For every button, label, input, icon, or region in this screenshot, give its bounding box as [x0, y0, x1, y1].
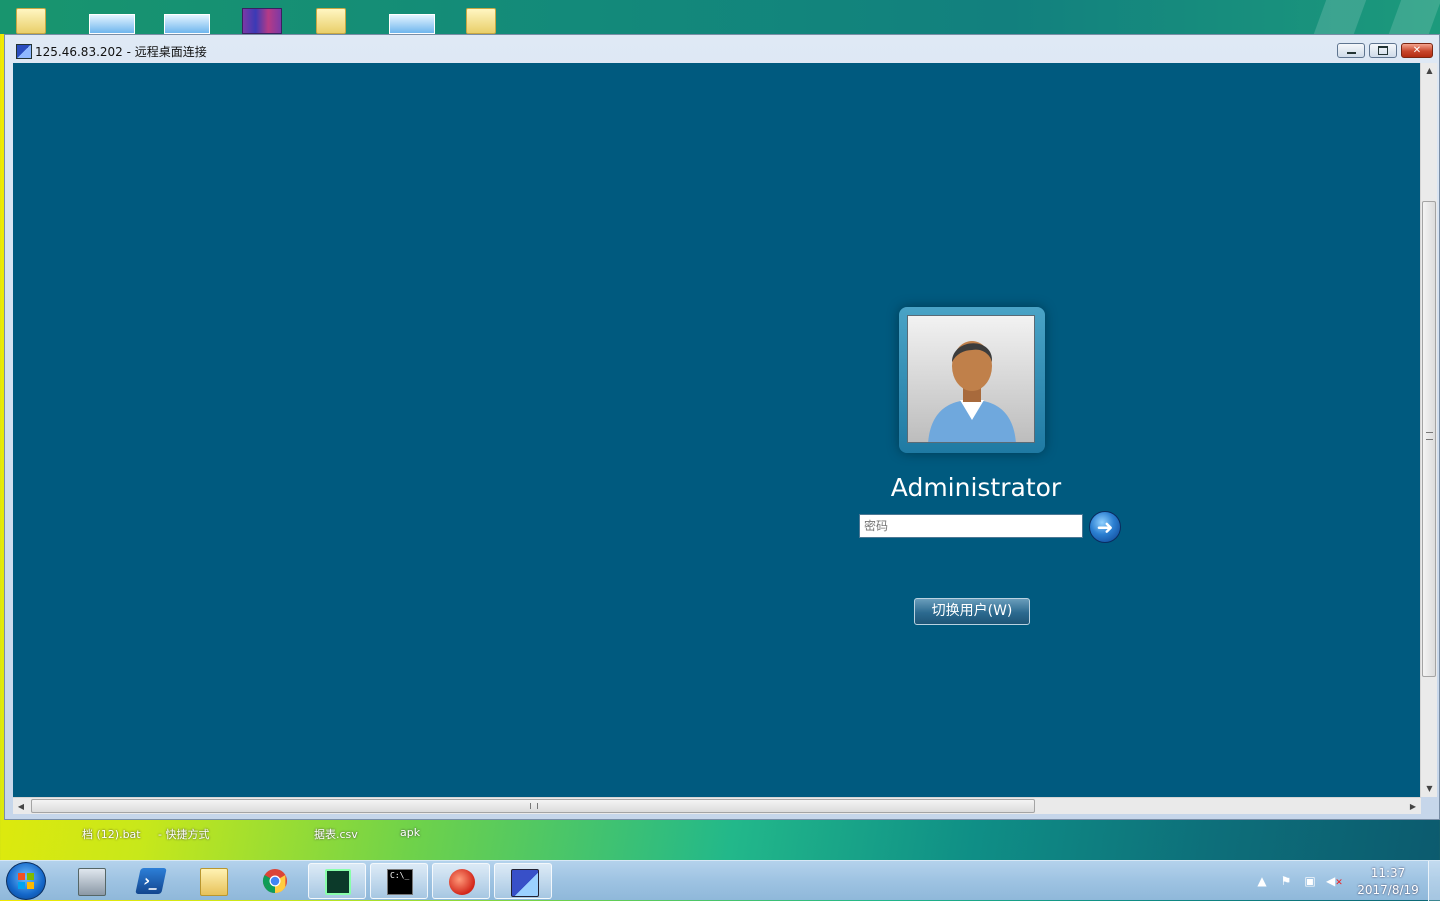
snail-app-icon — [449, 869, 475, 895]
desktop-item-label[interactable]: apk — [400, 826, 420, 839]
desktop-item-label[interactable]: - 快捷方式 — [158, 826, 209, 842]
network-icon[interactable]: ▣ — [1302, 873, 1318, 889]
folder-icon[interactable] — [316, 8, 346, 34]
picture-icon[interactable] — [164, 14, 210, 34]
vertical-scroll-thumb[interactable] — [1422, 201, 1436, 677]
scroll-right-icon[interactable]: ▶ — [1405, 798, 1421, 815]
show-hidden-icons-icon[interactable]: ▲ — [1254, 873, 1270, 889]
cmd-icon: C:\_ — [387, 869, 413, 895]
show-desktop-button[interactable] — [1428, 861, 1440, 901]
clock-time: 11:37 — [1370, 866, 1406, 880]
grip-icon — [530, 803, 538, 809]
user-tile[interactable] — [899, 307, 1045, 453]
user-picture — [907, 315, 1035, 443]
action-center-flag-icon[interactable]: ⚑ — [1278, 873, 1294, 889]
minimize-icon — [1346, 52, 1356, 54]
submit-button[interactable]: ➜ — [1089, 511, 1121, 543]
desktop-bottom-strip: 档 (12).bat - 快捷方式 据表.csv apk — [0, 822, 1440, 860]
system-clock[interactable]: 11:37 2017/8/19 — [1350, 865, 1426, 899]
powershell-icon: ›_ — [135, 868, 167, 894]
remote-desktop-icon — [16, 44, 32, 59]
file-explorer-icon — [200, 868, 228, 896]
remote-session-screen[interactable]: Administrator ➜ 切换用户(W) — [13, 63, 1421, 797]
clock-date: 2017/8/19 — [1357, 883, 1419, 897]
picture-icon[interactable] — [89, 14, 135, 34]
close-button[interactable]: ✕ — [1401, 43, 1433, 58]
folder-icon[interactable] — [16, 8, 46, 34]
vertical-scrollbar[interactable]: ▲ ▼ — [1420, 63, 1437, 797]
server-manager-icon — [78, 868, 106, 896]
wallpaper-stripe — [1388, 0, 1440, 34]
remote-desktop-window: 125.46.83.202 - 远程桌面连接 ✕ Administrator ➜… — [4, 34, 1440, 820]
folder-icon[interactable] — [466, 8, 496, 34]
monitor-app-icon — [325, 869, 351, 895]
scroll-down-icon[interactable]: ▼ — [1421, 781, 1438, 797]
picture-icon[interactable] — [389, 14, 435, 34]
desktop-item-label[interactable]: 档 (12).bat — [82, 826, 141, 842]
switch-user-button[interactable]: 切换用户(W) — [914, 598, 1030, 625]
taskbar-remote-desktop[interactable] — [494, 863, 552, 899]
taskbar-cmd[interactable]: C:\_ — [370, 863, 428, 899]
grip-icon — [1426, 432, 1433, 440]
taskbar-file-explorer[interactable] — [184, 863, 242, 899]
desktop-item-label[interactable]: 据表.csv — [314, 826, 358, 842]
taskbar-powershell[interactable]: ›_ — [122, 863, 180, 899]
chrome-icon — [262, 869, 287, 893]
restore-icon — [1378, 46, 1388, 55]
taskbar: ›_ C:\_ ▲ ⚑ ▣ ◀✕ 11:37 2017/8/19 — [0, 860, 1440, 901]
remote-desktop-icon — [511, 869, 539, 897]
taskbar-snail-app[interactable] — [432, 863, 490, 899]
horizontal-scroll-thumb[interactable] — [31, 799, 1035, 813]
minimize-button[interactable] — [1337, 43, 1365, 58]
start-button[interactable] — [6, 862, 46, 900]
windows-logo-icon — [18, 873, 34, 889]
close-icon: ✕ — [1412, 45, 1422, 56]
scroll-up-icon[interactable]: ▲ — [1421, 63, 1438, 79]
username-label: Administrator — [890, 473, 1062, 502]
window-title: 125.46.83.202 - 远程桌面连接 — [35, 45, 207, 59]
taskbar-chrome[interactable] — [246, 863, 304, 899]
winrar-icon[interactable] — [242, 8, 282, 34]
taskbar-monitor-app[interactable] — [308, 863, 366, 899]
arrow-right-icon: ➜ — [1096, 515, 1114, 539]
user-avatar-icon — [928, 341, 1016, 442]
password-field[interactable] — [859, 514, 1083, 538]
volume-muted-icon[interactable]: ◀✕ — [1326, 873, 1343, 889]
taskbar-server-manager[interactable] — [62, 863, 120, 899]
wallpaper-stripe — [1313, 0, 1367, 34]
restore-button[interactable] — [1369, 43, 1397, 58]
desktop-top-strip — [0, 0, 1440, 34]
horizontal-scrollbar[interactable]: ◀ ▶ — [13, 797, 1421, 814]
scroll-left-icon[interactable]: ◀ — [13, 798, 29, 815]
window-titlebar[interactable]: 125.46.83.202 - 远程桌面连接 ✕ — [5, 35, 1439, 65]
